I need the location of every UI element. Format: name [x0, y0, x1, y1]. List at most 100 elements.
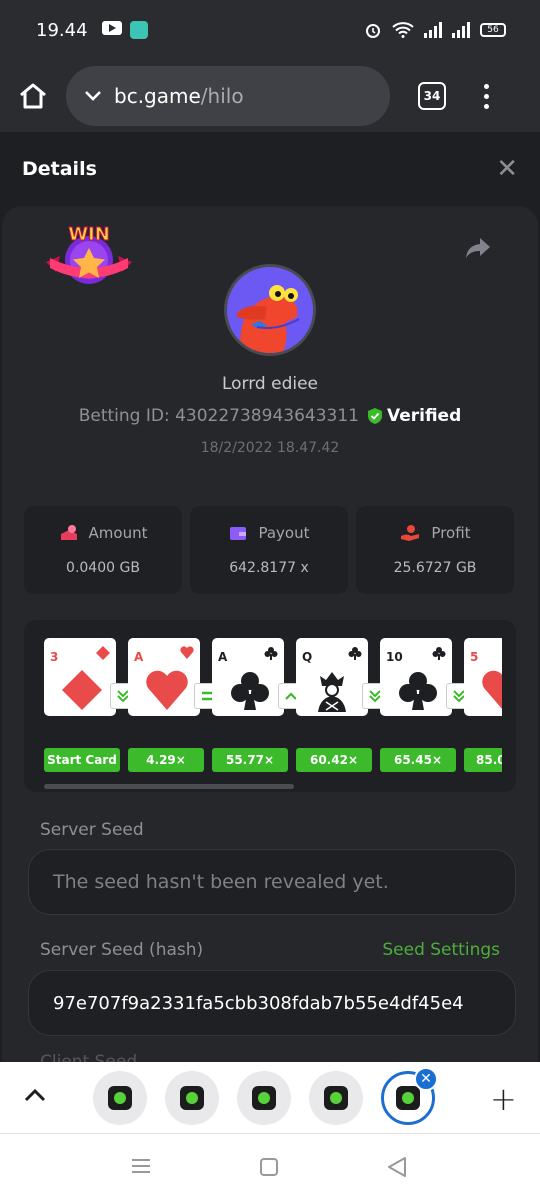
- diamond-icon: [62, 670, 102, 710]
- card-multiplier: 60.42×: [296, 748, 372, 772]
- club-icon: [264, 647, 278, 660]
- browser-tab-bar: ✕ +: [0, 1062, 540, 1134]
- game-card: 5: [464, 638, 502, 716]
- battery-icon: 56: [480, 23, 506, 37]
- browser-toolbar: bc.game/hilo 34: [0, 60, 540, 132]
- betting-id-row: Betting ID: 43022738943643311 Verified: [2, 406, 538, 426]
- stat-profit: Profit 25.6727 GB: [356, 506, 514, 594]
- card-rank: 3: [50, 650, 59, 664]
- stat-amount-value: 0.0400 GB: [66, 560, 140, 576]
- card-multiplier: 65.45×: [380, 748, 456, 772]
- server-seed-hash-field[interactable]: 97e707f9a2331fa5cbb308fdab7b55e4df45e4: [28, 970, 516, 1036]
- alarm-icon: [366, 24, 380, 38]
- recent-apps-icon[interactable]: [131, 1158, 151, 1174]
- tab-thumbnail[interactable]: [237, 1071, 291, 1125]
- game-card: 10: [380, 638, 452, 716]
- home-icon[interactable]: [18, 82, 48, 110]
- share-icon[interactable]: [464, 236, 492, 260]
- betting-id: Betting ID: 43022738943643311: [78, 406, 359, 426]
- card-multiplier: Start Card: [44, 748, 120, 772]
- system-nav-bar: [0, 1134, 540, 1200]
- youtube-icon: [101, 21, 122, 35]
- heart-icon: [180, 646, 194, 659]
- card-strip[interactable]: 3 Start Card A 4.29× A 55.77× Q 60.42× 1…: [44, 636, 502, 776]
- status-indicators: 56: [364, 21, 506, 39]
- club-icon: [348, 647, 362, 660]
- bet-details-card: WIN Lorrd ediee Betting ID: 430227389436…: [2, 206, 538, 1072]
- username: Lorrd ediee: [221, 374, 319, 394]
- stat-payout: Payout 642.8177 x: [190, 506, 348, 594]
- queen-figure-icon: [318, 672, 346, 712]
- close-tab-icon[interactable]: ✕: [414, 1067, 438, 1091]
- server-seed-placeholder: The seed hasn't been revealed yet.: [53, 871, 389, 893]
- stat-amount: Amount 0.0400 GB: [24, 506, 182, 594]
- stats-row: Amount 0.0400 GB Payout 642.8177 x Profi…: [24, 506, 516, 594]
- win-badge-icon: WIN: [46, 224, 132, 284]
- bet-timestamp: 18/2/2022 18.47.42: [200, 440, 340, 456]
- tab-thumbnail[interactable]: [165, 1071, 219, 1125]
- app-notification-icon: [129, 21, 148, 39]
- stat-profit-value: 25.6727 GB: [393, 560, 477, 576]
- add-tab-icon[interactable]: +: [490, 1080, 517, 1118]
- stat-payout-label: Payout: [258, 524, 310, 542]
- game-cards-panel[interactable]: 3 Start Card A 4.29× A 55.77× Q 60.42× 1…: [24, 620, 516, 792]
- status-time: 19.44: [36, 19, 88, 41]
- bc-game-icon: [108, 1086, 132, 1110]
- game-card: Q: [296, 638, 368, 716]
- verified-badge: Verified: [367, 406, 461, 426]
- heart-icon: [146, 670, 188, 710]
- back-icon[interactable]: [386, 1156, 408, 1178]
- tab-thumbnail[interactable]: [309, 1071, 363, 1125]
- more-menu-icon[interactable]: [484, 83, 489, 109]
- chevron-down-icon[interactable]: [84, 90, 102, 102]
- card-multiplier: 85.0: [464, 748, 502, 772]
- signal-icon: [424, 22, 442, 38]
- game-card: A: [212, 638, 284, 716]
- seed-settings-link[interactable]: Seed Settings: [382, 940, 500, 960]
- card-rank: 5: [470, 650, 479, 664]
- card-rank: Q: [302, 650, 313, 664]
- horizontal-scrollbar[interactable]: [44, 784, 294, 789]
- tab-thumbnail[interactable]: [93, 1071, 147, 1125]
- server-seed-label: Server Seed: [40, 820, 144, 840]
- wifi-icon: [392, 22, 414, 38]
- bc-game-icon: [180, 1086, 204, 1110]
- stat-payout-value: 642.8177 x: [229, 560, 309, 576]
- card-rank: A: [134, 650, 144, 664]
- url-path: /hilo: [200, 84, 244, 108]
- url-bar[interactable]: bc.game/hilo: [66, 66, 390, 126]
- game-card: 3: [44, 638, 116, 716]
- bc-game-icon: [324, 1086, 348, 1110]
- server-seed-field[interactable]: The seed hasn't been revealed yet.: [28, 849, 516, 915]
- status-app-icons: [101, 21, 148, 39]
- verified-shield-icon: [367, 408, 382, 424]
- home-nav-icon[interactable]: [260, 1158, 278, 1176]
- stat-profit-label: Profit: [431, 524, 471, 542]
- avatar: [224, 264, 316, 356]
- bc-game-icon: [396, 1086, 420, 1110]
- signal-icon-2: [452, 22, 470, 38]
- verified-label: Verified: [386, 406, 462, 426]
- app-root: 19.44 56 bc.game/hilo 34 Details ✕ WIN L…: [0, 0, 540, 1200]
- server-seed-hash-value: 97e707f9a2331fa5cbb308fdab7b55e4df45e4: [53, 992, 464, 1014]
- game-card: A: [128, 638, 200, 716]
- club-icon: [399, 672, 437, 710]
- status-bar: 19.44 56: [0, 0, 540, 60]
- server-seed-hash-label: Server Seed (hash): [40, 940, 204, 960]
- wallet-icon: [230, 527, 247, 540]
- club-icon: [432, 647, 446, 660]
- card-multiplier: 4.29×: [128, 748, 204, 772]
- bc-game-icon: [252, 1086, 276, 1110]
- amount-icon: [60, 525, 77, 540]
- diamond-icon: [96, 646, 110, 660]
- close-icon[interactable]: ✕: [496, 154, 518, 184]
- stat-amount-label: Amount: [88, 524, 148, 542]
- card-rank: A: [218, 650, 228, 664]
- page-title: Details: [22, 158, 97, 180]
- chevron-up-icon[interactable]: [24, 1088, 46, 1102]
- card-rank: 10: [386, 650, 403, 664]
- url-host: bc.game: [114, 84, 201, 108]
- heart-icon: [482, 670, 502, 709]
- win-badge-text: WIN: [68, 224, 110, 245]
- tab-switcher-button[interactable]: 34: [418, 82, 446, 110]
